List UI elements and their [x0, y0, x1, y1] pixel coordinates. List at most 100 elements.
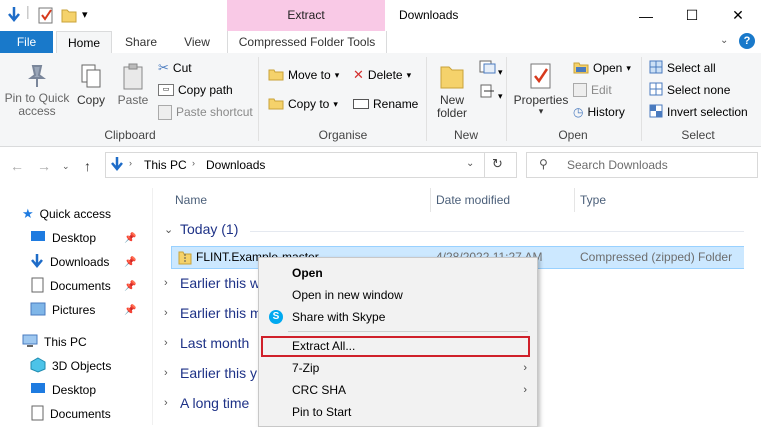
menu-item-open-new-window[interactable]: Open in new window — [259, 284, 537, 306]
desktop-icon — [30, 230, 46, 247]
search-input[interactable]: Search Downloads — [567, 158, 668, 172]
column-header-name[interactable]: Name — [175, 193, 207, 207]
pictures-label: Pictures — [52, 303, 96, 317]
column-separator[interactable] — [430, 188, 431, 212]
menu-item-share-skype[interactable]: S Share with Skype — [259, 306, 537, 328]
rename-label: Rename — [373, 97, 419, 111]
menu-crc-sha-label: CRC SHA — [292, 383, 347, 397]
tab-compressed-folder-tools[interactable]: Compressed Folder Tools — [227, 31, 387, 53]
history-label: History — [587, 105, 625, 119]
copy-to-label: Copy to — [288, 97, 330, 111]
address-dropdown-icon[interactable]: ⌄ — [466, 158, 474, 169]
nav-item-pc-desktop[interactable]: Desktop — [30, 379, 160, 401]
history-button[interactable]: ◷ History — [573, 103, 625, 121]
chevron-down-icon: ⌄ — [164, 223, 174, 236]
nav-quick-access[interactable]: ★ Quick access — [22, 203, 152, 225]
breadcrumb-this-pc[interactable]: This PC — [144, 158, 187, 172]
column-header-date[interactable]: Date modified — [436, 193, 510, 207]
search-box[interactable]: ⚲ Search Downloads — [526, 152, 758, 178]
move-to-button[interactable]: Move to ▾ — [268, 66, 339, 84]
nav-item-3d-objects[interactable]: 3D Objects — [30, 355, 160, 377]
back-arrow-icon[interactable]: ← — [10, 158, 24, 174]
open-button[interactable]: Open ▾ — [573, 59, 631, 77]
maximize-button[interactable]: ☐ — [669, 0, 715, 31]
ribbon-separator — [641, 57, 642, 141]
minimize-button[interactable]: — — [623, 0, 669, 31]
address-bar[interactable]: › This PC › Downloads ⌄ ↻ — [105, 152, 517, 178]
chevron-right-icon: › — [164, 337, 168, 349]
copy-path-label: Copy path — [178, 83, 233, 97]
edit-button[interactable]: Edit — [573, 81, 612, 99]
copy-path-button[interactable]: ▭ Copy path — [158, 81, 233, 99]
group-last-month[interactable]: › Last month — [164, 335, 249, 351]
zip-folder-icon — [178, 249, 192, 268]
recent-locations-icon[interactable]: ⌄ — [62, 161, 70, 172]
tab-share[interactable]: Share — [116, 31, 166, 53]
column-header-type[interactable]: Type — [580, 193, 606, 207]
move-to-label: Move to — [288, 68, 331, 82]
tab-file[interactable]: File — [0, 31, 53, 53]
nav-item-downloads[interactable]: Downloads — [30, 251, 160, 273]
downloads-icon — [30, 253, 44, 272]
group-earlier-this-month[interactable]: › Earlier this m — [164, 305, 262, 321]
select-none-button[interactable]: Select none — [649, 81, 730, 99]
nav-item-pc-documents[interactable]: Documents — [30, 403, 160, 425]
properties-check-icon[interactable] — [38, 6, 54, 27]
tab-view[interactable]: View — [172, 31, 222, 53]
close-button[interactable]: ✕ — [715, 0, 761, 31]
tab-home[interactable]: Home — [56, 31, 112, 54]
customize-dropdown-icon[interactable]: ▾ — [82, 8, 88, 21]
new-folder-button[interactable]: New folder — [432, 61, 472, 120]
chevron-right-icon: › — [164, 367, 168, 379]
extract-context-tab[interactable]: Extract — [227, 0, 385, 31]
address-divider — [484, 153, 485, 177]
pin-to-quick-access-button[interactable]: Pin to Quick access — [4, 63, 70, 118]
column-separator[interactable] — [574, 188, 575, 212]
new-item-icon[interactable]: ▾ — [478, 59, 503, 78]
group-a-long-time-ago[interactable]: › A long time — [164, 395, 249, 411]
nav-item-pictures[interactable]: Pictures — [30, 299, 160, 321]
paste-button[interactable]: Paste — [115, 63, 151, 107]
open-group-label: Open — [558, 128, 588, 142]
delete-button[interactable]: ✕ Delete ▾ — [353, 66, 411, 84]
pane-divider — [152, 188, 153, 425]
cut-label: Cut — [172, 61, 192, 75]
nav-item-desktop[interactable]: Desktop — [30, 227, 160, 249]
menu-item-open[interactable]: Open — [259, 262, 537, 284]
nav-this-pc[interactable]: This PC — [22, 331, 152, 353]
edit-label: Edit — [591, 83, 612, 97]
refresh-icon[interactable]: ↻ — [492, 156, 503, 172]
downloads-path-icon — [111, 156, 123, 175]
scrollbar[interactable] — [744, 188, 761, 425]
toolbar-divider: | — [26, 3, 30, 19]
invert-selection-button[interactable]: Invert selection — [649, 103, 748, 121]
nav-item-documents[interactable]: Documents — [30, 275, 160, 297]
select-all-button[interactable]: Select all — [649, 59, 716, 77]
menu-item-pin-to-start[interactable]: Pin to Start — [259, 401, 537, 423]
cut-button[interactable]: ✂ Cut — [158, 59, 192, 77]
copy-to-button[interactable]: Copy to ▾ — [268, 95, 338, 113]
window-title: Downloads — [399, 8, 459, 22]
rename-icon — [353, 99, 369, 109]
forward-arrow-icon[interactable]: → — [37, 158, 51, 174]
easy-access-icon[interactable]: ▾ — [478, 83, 503, 102]
extract-tab-label: Extract — [287, 8, 325, 22]
ribbon-collapse-icon[interactable]: ⌄ — [720, 35, 728, 46]
close-icon: ✕ — [732, 7, 744, 23]
ribbon: Pin to Quick access Copy Paste ✂ Cut ▭ Cop… — [0, 53, 761, 147]
paste-shortcut-button[interactable]: Paste shortcut — [158, 103, 253, 121]
group-earlier-this-week[interactable]: › Earlier this w — [164, 275, 260, 291]
help-icon[interactable]: ? — [739, 33, 755, 49]
group-today[interactable]: ⌄ Today (1) — [164, 221, 238, 237]
menu-item-7zip[interactable]: 7-Zip › — [259, 357, 537, 379]
rename-button[interactable]: Rename — [353, 95, 418, 113]
up-arrow-icon[interactable]: ↑ — [84, 158, 91, 174]
new-folder-icon[interactable] — [61, 6, 77, 27]
breadcrumb-downloads[interactable]: Downloads — [206, 158, 265, 172]
this-pc-label: This PC — [44, 335, 87, 349]
down-arrow-icon[interactable] — [7, 6, 21, 27]
properties-button[interactable]: Properties ▾ — [512, 61, 570, 116]
group-earlier-this-year[interactable]: › Earlier this y — [164, 365, 257, 381]
menu-item-crc-sha[interactable]: CRC SHA › — [259, 379, 537, 401]
copy-button[interactable]: Copy — [74, 63, 108, 107]
